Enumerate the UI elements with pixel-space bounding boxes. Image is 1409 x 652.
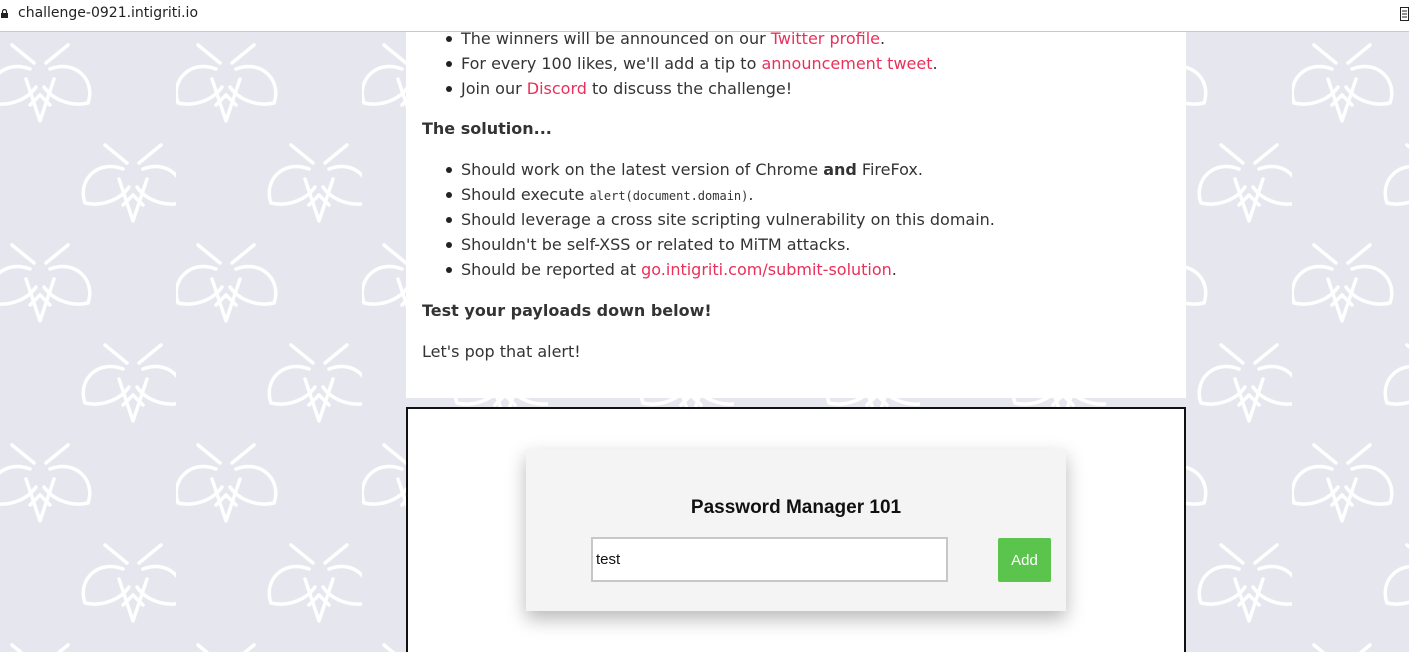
list-item-text: For every 100 likes, we'll add a tip to — [461, 54, 762, 73]
list-item-text: . — [932, 54, 938, 73]
list-item: Should work on the latest version of Chr… — [446, 157, 995, 182]
page: challenge-0921.intigriti.io The winners … — [0, 0, 1409, 652]
list-item-text: Should be reported at — [461, 260, 642, 279]
list-item: Should leverage a cross site scripting v… — [446, 207, 995, 232]
address-bar: challenge-0921.intigriti.io — [0, 0, 1409, 32]
pop-alert-text: Let's pop that alert! — [422, 342, 581, 361]
password-manager-card: Password Manager 101 Add — [526, 449, 1066, 611]
challenge-description: The winners will be announced on our Twi… — [406, 29, 1186, 398]
lock-icon — [1, 9, 8, 18]
announcement-tweet-link[interactable]: announcement tweet — [761, 54, 932, 73]
rules-list: The winners will be announced on our Twi… — [406, 26, 938, 101]
solution-heading: The solution... — [422, 119, 552, 138]
list-item-text: Join our — [461, 79, 527, 98]
list-item-text: to discuss the challenge! — [586, 79, 793, 98]
list-item-text: Should execute — [461, 185, 590, 204]
bold-text: and — [823, 160, 857, 179]
list-item: Should be reported at go.intigriti.com/s… — [446, 257, 995, 282]
password-manager-title: Password Manager 101 — [690, 497, 902, 518]
challenge-iframe: Password Manager 101 Add — [406, 407, 1186, 652]
list-item: Should execute alert(document.domain). — [446, 182, 995, 207]
list-item-text: . — [891, 260, 897, 279]
list-item-text: . — [748, 185, 754, 204]
submit-solution-link[interactable]: go.intigriti.com/submit-solution — [641, 260, 892, 279]
list-item: For every 100 likes, we'll add a tip to … — [446, 51, 938, 76]
code-snippet: alert(document.domain) — [589, 189, 749, 203]
solution-list: Should work on the latest version of Chr… — [406, 157, 995, 282]
list-item-text: Should leverage a cross site scripting v… — [461, 210, 995, 229]
list-item: Join our Discord to discuss the challeng… — [446, 76, 938, 101]
password-input[interactable] — [591, 537, 948, 582]
list-item-text: Should work on the latest version of Chr… — [461, 160, 824, 179]
discord-link[interactable]: Discord — [527, 79, 587, 98]
reader-view-icon[interactable] — [1400, 7, 1409, 21]
url-text[interactable]: challenge-0921.intigriti.io — [18, 5, 198, 21]
add-button[interactable]: Add — [998, 538, 1051, 582]
list-item: Shouldn't be self-XSS or related to MiTM… — [446, 232, 995, 257]
list-item-text: Shouldn't be self-XSS or related to MiTM… — [461, 235, 851, 254]
test-heading: Test your payloads down below! — [422, 301, 712, 320]
list-item-text: FireFox. — [856, 160, 923, 179]
